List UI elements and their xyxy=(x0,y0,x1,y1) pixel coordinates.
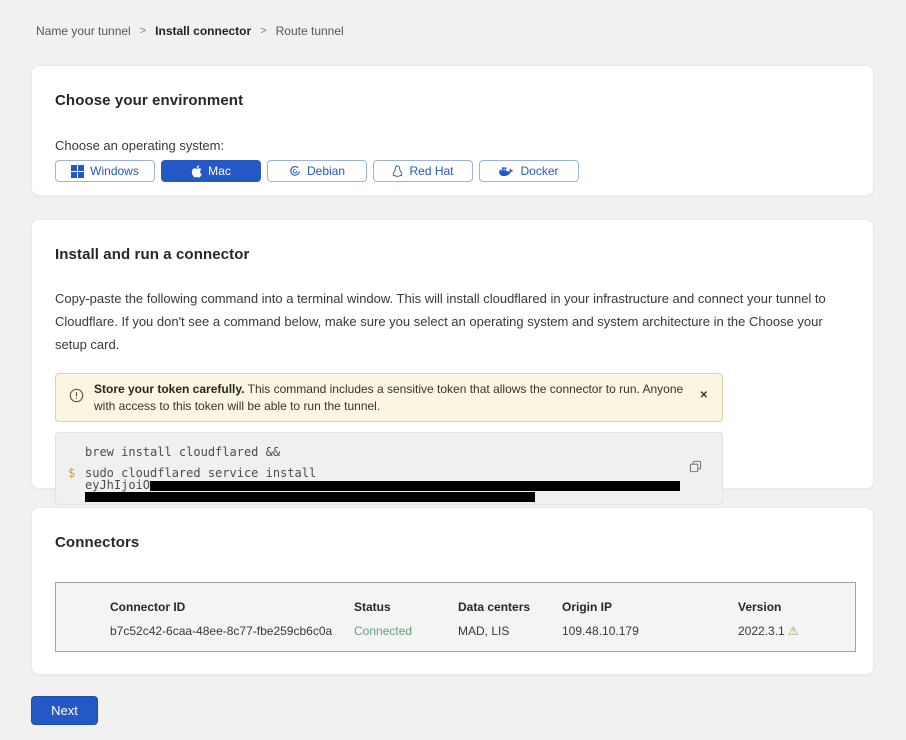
token-prefix-text: eyJhIjoiO xyxy=(85,480,150,491)
token-warning-bold: Store your token carefully. xyxy=(94,382,245,396)
token-warning-banner: Store your token carefully. This command… xyxy=(55,373,723,422)
connectors-card: Connectors Connector ID Status Data cent… xyxy=(31,507,874,675)
code-line-brew: brew install cloudflared && xyxy=(85,446,722,459)
status-badge: Connected xyxy=(354,624,458,638)
warning-triangle-icon: ⚠ xyxy=(788,624,799,638)
install-card: Install and run a connector Copy-paste t… xyxy=(31,219,874,489)
install-description: Copy-paste the following command into a … xyxy=(55,287,852,356)
header-data-centers: Data centers xyxy=(458,600,562,614)
token-warning-text: Store your token carefully. This command… xyxy=(94,381,688,414)
header-version: Version xyxy=(738,600,855,614)
cell-data-centers: MAD, LIS xyxy=(458,624,562,638)
next-button[interactable]: Next xyxy=(31,696,98,725)
breadcrumb-separator: > xyxy=(260,25,266,37)
breadcrumb-route-tunnel[interactable]: Route tunnel xyxy=(276,24,344,38)
os-button-label: Windows xyxy=(90,164,139,178)
environment-card-title: Choose your environment xyxy=(55,92,850,109)
os-button-group: Windows Mac Debian Red Hat Docker xyxy=(55,160,850,182)
redaction-bar xyxy=(85,492,535,502)
header-origin-ip: Origin IP xyxy=(562,600,738,614)
cell-connector-id: b7c52c42-6caa-48ee-8c77-fbe259cb6c0a xyxy=(110,624,354,638)
cell-version: 2022.3.1⚠ xyxy=(738,624,855,638)
breadcrumb-name-your-tunnel[interactable]: Name your tunnel xyxy=(36,24,131,38)
redaction-bar xyxy=(150,481,680,491)
debian-icon xyxy=(289,165,301,177)
install-card-title: Install and run a connector xyxy=(55,246,850,263)
os-button-redhat[interactable]: Red Hat xyxy=(373,160,473,182)
os-button-label: Mac xyxy=(208,164,231,178)
os-button-docker[interactable]: Docker xyxy=(479,160,579,182)
os-button-mac[interactable]: Mac xyxy=(161,160,261,182)
code-line-token: eyJhIjoiO xyxy=(85,480,722,491)
copy-icon[interactable] xyxy=(687,458,704,478)
connectors-card-title: Connectors xyxy=(55,534,850,551)
connectors-table-header: Connector ID Status Data centers Origin … xyxy=(110,600,855,614)
environment-card: Choose your environment Choose an operat… xyxy=(31,65,874,196)
os-button-label: Docker xyxy=(520,164,558,178)
table-row: b7c52c42-6caa-48ee-8c77-fbe259cb6c0a Con… xyxy=(110,624,855,638)
os-select-label: Choose an operating system: xyxy=(55,138,850,153)
os-button-label: Red Hat xyxy=(409,164,453,178)
shell-prompt: $ xyxy=(68,467,75,480)
docker-icon xyxy=(499,165,514,177)
code-line-sudo: $ sudo cloudflared service install xyxy=(85,467,722,480)
breadcrumb-separator: > xyxy=(140,25,146,37)
install-command-code-block: brew install cloudflared && $ sudo cloud… xyxy=(55,432,723,505)
windows-icon xyxy=(71,165,84,178)
version-text: 2022.3.1 xyxy=(738,624,785,638)
apple-icon xyxy=(191,165,202,178)
os-button-label: Debian xyxy=(307,164,345,178)
close-icon[interactable]: ✕ xyxy=(698,390,710,401)
breadcrumb: Name your tunnel > Install connector > R… xyxy=(0,0,906,38)
connectors-table: Connector ID Status Data centers Origin … xyxy=(55,582,856,652)
alert-circle-icon xyxy=(69,388,84,408)
header-connector-id: Connector ID xyxy=(110,600,354,614)
os-button-debian[interactable]: Debian xyxy=(267,160,367,182)
cell-origin-ip: 109.48.10.179 xyxy=(562,624,738,638)
header-status: Status xyxy=(354,600,458,614)
code-command-text: sudo cloudflared service install xyxy=(85,466,316,480)
os-button-windows[interactable]: Windows xyxy=(55,160,155,182)
redhat-icon xyxy=(392,165,403,178)
breadcrumb-install-connector[interactable]: Install connector xyxy=(155,24,251,38)
